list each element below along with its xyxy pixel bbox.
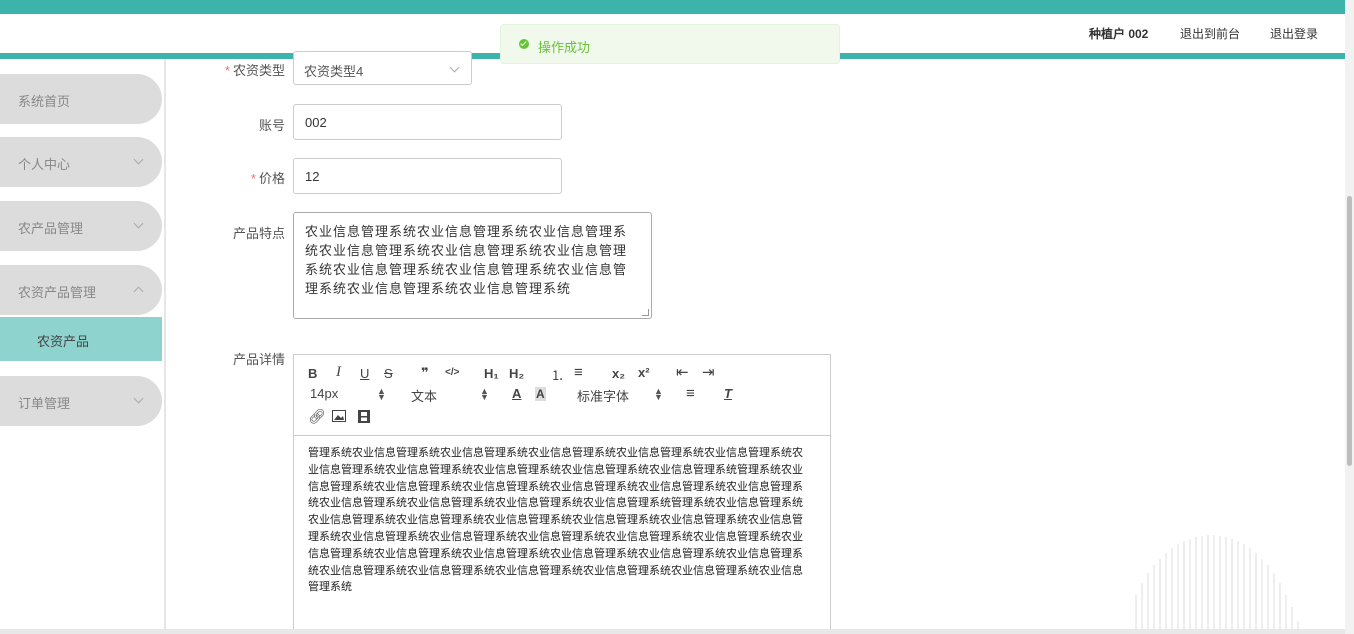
rich-text-editor: B I U S ❞ </> H₁ H₂ ⒈ ≡ x₂ x² ⇤ ⇥ 14px ▲… bbox=[293, 354, 831, 634]
features-label: 产品特点 bbox=[232, 226, 285, 241]
sidebar-item-label: 农产品管理 bbox=[18, 221, 84, 236]
underline-button[interactable]: U bbox=[360, 366, 369, 381]
sidebar-item-label: 系统首页 bbox=[18, 94, 71, 109]
chevron-down-icon bbox=[133, 393, 144, 404]
sidebar-item-orders[interactable]: 订单管理 bbox=[0, 376, 162, 426]
success-check-icon bbox=[519, 39, 529, 49]
sidebar: 系统首页 个人中心 农产品管理 农资产品管理 农资产品 订单管理 bbox=[0, 59, 166, 634]
chevron-down-icon bbox=[449, 62, 460, 73]
logout-link[interactable]: 退出登录 bbox=[1270, 25, 1318, 42]
bold-button[interactable]: B bbox=[308, 366, 317, 381]
toast-message: 操作成功 bbox=[538, 40, 591, 55]
detail-label: 产品详情 bbox=[232, 352, 285, 367]
sort-updown-icon: ▲ ▼ bbox=[377, 386, 386, 402]
sidebar-subitem-agri-supply-product[interactable]: 农资产品 bbox=[0, 317, 162, 361]
resize-grip-icon[interactable] bbox=[642, 309, 649, 316]
font-size-value: 14px bbox=[310, 386, 339, 401]
font-family-value: 标准字体 bbox=[577, 389, 630, 404]
font-family-picker[interactable]: 标准字体 ▲ ▼ bbox=[577, 386, 663, 405]
font-size-picker[interactable]: 14px ▲ ▼ bbox=[310, 386, 386, 404]
strike-button[interactable]: S bbox=[384, 366, 393, 381]
horizontal-scrollbar[interactable] bbox=[0, 629, 1345, 634]
align-icon[interactable]: ≡ bbox=[686, 385, 695, 402]
sidebar-item-agri-supplies[interactable]: 农资产品管理 bbox=[0, 265, 162, 315]
background-color-icon[interactable]: A bbox=[535, 387, 546, 401]
header1-button[interactable]: H₁ bbox=[484, 366, 499, 381]
features-text: 农业信息管理系统农业信息管理系统农业信息管理系统农业信息管理系统农业信息管理系统… bbox=[305, 224, 628, 296]
price-input[interactable] bbox=[293, 158, 562, 194]
features-textarea[interactable]: 农业信息管理系统农业信息管理系统农业信息管理系统农业信息管理系统农业信息管理系统… bbox=[293, 212, 652, 319]
editor-toolbar: B I U S ❞ </> H₁ H₂ ⒈ ≡ x₂ x² ⇤ ⇥ 14px ▲… bbox=[294, 355, 830, 436]
sort-updown-icon: ▲ ▼ bbox=[480, 386, 489, 402]
sidebar-item-agri-products[interactable]: 农产品管理 bbox=[0, 201, 162, 251]
account-label: 账号 bbox=[258, 118, 285, 133]
text-color-icon[interactable]: A bbox=[512, 386, 521, 401]
header-picker[interactable]: 文本 ▲ ▼ bbox=[411, 386, 489, 405]
code-block-button[interactable]: </> bbox=[445, 367, 459, 378]
link-icon[interactable]: 🔗︎ bbox=[308, 408, 326, 425]
italic-button[interactable]: I bbox=[336, 364, 341, 381]
sidebar-item-label: 农资产品 bbox=[37, 334, 90, 349]
exit-to-front-link[interactable]: 退出到前台 bbox=[1180, 25, 1240, 42]
top-accent-bar bbox=[0, 0, 1345, 14]
ordered-list-button[interactable]: ⒈ bbox=[551, 365, 564, 384]
user-name: 种植户 002 bbox=[1089, 27, 1149, 41]
superscript-button[interactable]: x² bbox=[638, 365, 650, 380]
chevron-down-icon bbox=[133, 154, 144, 165]
image-icon[interactable] bbox=[332, 410, 346, 422]
success-toast: 操作成功 bbox=[500, 24, 840, 64]
chevron-down-icon bbox=[133, 218, 144, 229]
type-label: * 农资类型 bbox=[224, 63, 285, 78]
page-scrollbar[interactable] bbox=[1345, 0, 1354, 634]
indent-icon[interactable]: ⇥ bbox=[702, 363, 715, 381]
header-picker-value: 文本 bbox=[411, 389, 438, 404]
outdent-icon[interactable]: ⇤ bbox=[676, 363, 689, 381]
editor-content[interactable]: 管理系统农业信息管理系统农业信息管理系统农业信息管理系统农业信息管理系统农业信息… bbox=[308, 445, 812, 596]
header2-button[interactable]: H₂ bbox=[509, 366, 524, 381]
sidebar-item-label: 个人中心 bbox=[18, 157, 71, 172]
decorative-arch-graphic bbox=[1135, 535, 1299, 634]
price-label: * 价格 bbox=[250, 171, 285, 186]
subscript-button[interactable]: x₂ bbox=[612, 366, 625, 381]
sort-updown-icon: ▲ ▼ bbox=[654, 386, 663, 402]
video-icon[interactable] bbox=[358, 410, 370, 423]
sidebar-item-personal-center[interactable]: 个人中心 bbox=[0, 137, 162, 187]
type-select-value: 农资类型4 bbox=[304, 64, 364, 79]
sidebar-item-label: 订单管理 bbox=[18, 396, 71, 411]
clear-format-icon[interactable]: T bbox=[724, 386, 732, 401]
type-select[interactable]: 农资类型4 bbox=[293, 51, 472, 85]
scrollbar-thumb[interactable] bbox=[1347, 196, 1352, 466]
sidebar-item-home[interactable]: 系统首页 bbox=[0, 74, 162, 124]
blockquote-button[interactable]: ❞ bbox=[421, 365, 429, 381]
bullet-list-button[interactable]: ≡ bbox=[574, 364, 583, 381]
account-input[interactable] bbox=[293, 104, 562, 140]
chevron-up-icon bbox=[133, 286, 144, 297]
sidebar-item-label: 农资产品管理 bbox=[18, 285, 97, 300]
